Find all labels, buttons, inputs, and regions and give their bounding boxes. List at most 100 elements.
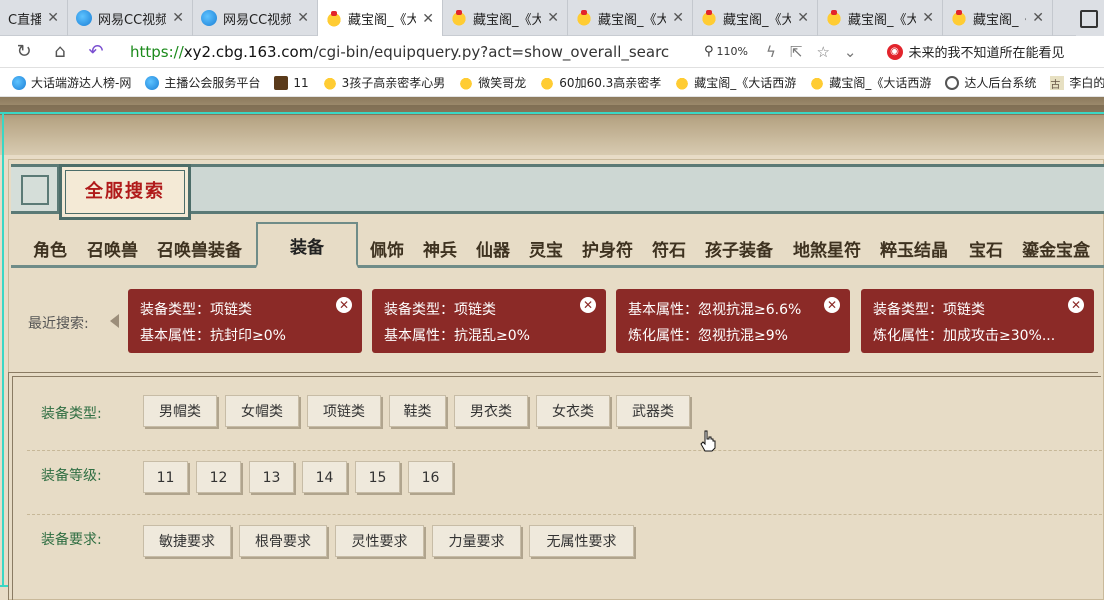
close-tab-icon[interactable]: ✕ (797, 10, 809, 26)
zoom-control[interactable]: ⚲ 110% (704, 44, 748, 59)
tab-title: 藏宝阁_《大 (848, 12, 917, 28)
chevron-down-icon[interactable]: ⌄ (844, 43, 857, 61)
bookmark-item[interactable]: 达人后台系统 (945, 74, 1036, 91)
browser-tab[interactable]: 藏宝阁_《大 ✕ (568, 0, 693, 36)
close-tab-icon[interactable]: ✕ (922, 10, 934, 26)
close-icon[interactable]: ✕ (824, 297, 840, 313)
recent-search-chip[interactable]: 装备类型：项链类 炼化属性：加成攻击≥30%... ✕ (861, 289, 1094, 353)
tab-category[interactable]: 召唤兽装备 (157, 236, 242, 261)
browser-tab[interactable]: 藏宝阁_《大 ✕ (693, 0, 818, 36)
bookmark-item[interactable]: 古李白的诗 (1050, 74, 1104, 91)
tab-title: 网易CC视频 (223, 12, 292, 28)
close-tab-icon[interactable]: ✕ (47, 10, 59, 26)
close-tab-icon[interactable]: ✕ (547, 10, 559, 26)
close-icon[interactable]: ✕ (336, 297, 352, 313)
close-icon[interactable]: ✕ (1068, 297, 1084, 313)
requirement-option[interactable]: 敏捷要求 (143, 525, 231, 557)
bookmark-label: 大话端游达人榜-网 (31, 76, 132, 90)
type-option[interactable]: 鞋类 (389, 395, 446, 427)
close-icon[interactable]: ✕ (580, 297, 596, 313)
type-option[interactable]: 女衣类 (536, 395, 610, 427)
level-option[interactable]: 12 (196, 461, 241, 493)
bookmark-item[interactable]: 藏宝阁_《大话西游 (675, 74, 796, 91)
new-tab-icon[interactable] (1076, 0, 1104, 36)
level-option[interactable]: 14 (302, 461, 347, 493)
lightning-icon[interactable]: ϟ (766, 43, 776, 61)
tab-category[interactable]: 粹玉结晶 (880, 236, 948, 261)
tab-category[interactable]: 神兵 (423, 236, 457, 261)
bookmark-item[interactable]: 3孩子高亲密孝心男 (322, 74, 445, 91)
level-option[interactable]: 15 (355, 461, 400, 493)
requirement-option[interactable]: 灵性要求 (335, 525, 424, 557)
type-option[interactable]: 项链类 (307, 395, 381, 427)
bookmark-item[interactable]: 藏宝阁_《大话西游 (810, 74, 931, 91)
filter-row-requirement: 装备要求: 敏捷要求 根骨要求 灵性要求 力量要求 无属性要求 (27, 525, 1104, 575)
recent-search-chip[interactable]: 装备类型：项链类 基本属性：抗混乱≥0% ✕ (372, 289, 606, 353)
undo-icon[interactable]: ↶ (82, 38, 110, 66)
close-tab-icon[interactable]: ✕ (172, 10, 184, 26)
recent-search-chip[interactable]: 基本属性：忽视抗混≥6.6% 炼化属性：忽视抗混≥9% ✕ (616, 289, 850, 353)
browser-tab[interactable]: 藏宝阁_《大 ✕ (943, 0, 1053, 36)
bookmark-item[interactable]: 11 (274, 75, 309, 90)
bookmark-item[interactable]: 微笑哥龙 (459, 74, 526, 91)
type-option[interactable]: 武器类 (616, 395, 690, 427)
recording-frame-top (0, 112, 1104, 114)
scroll-left-icon[interactable] (110, 314, 119, 328)
bookmark-item[interactable]: 60加60.3高亲密孝 (540, 74, 661, 91)
star-icon[interactable]: ☆ (816, 43, 829, 61)
level-option[interactable]: 16 (408, 461, 453, 493)
chick-icon (951, 10, 967, 26)
type-option[interactable]: 男衣类 (454, 395, 528, 427)
url-field[interactable]: https://xy2.cbg.163.com/cgi-bin/equipque… (130, 43, 670, 61)
tab-category[interactable]: 佩饰 (370, 236, 404, 261)
chick-icon (326, 10, 342, 27)
browser-tab[interactable]: 藏宝阁_《大 ✕ (818, 0, 943, 36)
close-tab-icon[interactable]: ✕ (1032, 10, 1044, 26)
tab-category[interactable]: 护身符 (582, 236, 633, 261)
tab-category[interactable]: 鎏金宝盒 (1022, 236, 1090, 261)
chip-line: 基本属性：抗混乱≥0% (384, 328, 530, 344)
level-option[interactable]: 13 (249, 461, 294, 493)
cc-icon (145, 75, 160, 90)
tab-category[interactable]: 角色 (33, 236, 67, 261)
filter-label: 装备要求: (41, 532, 102, 548)
level-option[interactable]: 11 (143, 461, 188, 493)
tab-category[interactable]: 仙器 (476, 236, 510, 261)
bookmark-label: 藏宝阁_《大话西游 (694, 76, 797, 90)
home-icon[interactable]: ⌂ (46, 38, 74, 66)
share-icon[interactable]: ⇱ (790, 43, 803, 61)
news-text: 未来的我不知道所在能看见 (908, 46, 1065, 61)
tab-category[interactable]: 地煞星符 (793, 236, 861, 261)
close-tab-icon[interactable]: ✕ (297, 10, 309, 26)
bookmark-label: 藏宝阁_《大话西游 (829, 76, 932, 90)
requirement-option[interactable]: 无属性要求 (529, 525, 634, 557)
tab-category[interactable]: 召唤兽 (87, 236, 138, 261)
bookmark-item[interactable]: 大话端游达人榜-网 (12, 74, 131, 91)
chick-icon (322, 75, 337, 90)
tab-title: C直播 (8, 12, 42, 28)
close-tab-icon[interactable]: ✕ (422, 11, 434, 27)
tab-category[interactable]: 符石 (652, 236, 686, 261)
tab-category[interactable]: 灵宝 (529, 236, 563, 261)
type-option[interactable]: 女帽类 (225, 395, 299, 427)
browser-tab[interactable]: 网易CC视频 ✕ (193, 0, 318, 36)
browser-tab[interactable]: C直播 ✕ (0, 0, 68, 36)
bookmark-item[interactable]: 主播公会服务平台 (145, 74, 260, 91)
chick-icon (701, 10, 717, 26)
tab-category[interactable]: 宝石 (969, 236, 1003, 261)
requirement-option[interactable]: 力量要求 (432, 525, 521, 557)
title-badge: 全服搜索 (59, 164, 191, 220)
requirement-option[interactable]: 根骨要求 (239, 525, 327, 557)
tab-category[interactable]: 孩子装备 (705, 236, 773, 261)
type-option[interactable]: 男帽类 (143, 395, 217, 427)
recent-search-chip[interactable]: 装备类型：项链类 基本属性：抗封印≥0% ✕ (128, 289, 362, 353)
browser-tab[interactable]: 网易CC视频 ✕ (68, 0, 193, 36)
close-tab-icon[interactable]: ✕ (672, 10, 684, 26)
browser-tab[interactable]: 藏宝阁_《大 ✕ (443, 0, 568, 36)
tab-category-active[interactable]: 装备 (256, 222, 358, 268)
chick-icon (451, 10, 467, 26)
browser-tab-active[interactable]: 藏宝阁_《大 ✕ (318, 0, 443, 37)
chick-icon (459, 75, 474, 90)
reload-icon[interactable]: ↻ (10, 38, 38, 66)
news-ticker[interactable]: ◉ 未来的我不知道所在能看见 (886, 42, 1077, 61)
